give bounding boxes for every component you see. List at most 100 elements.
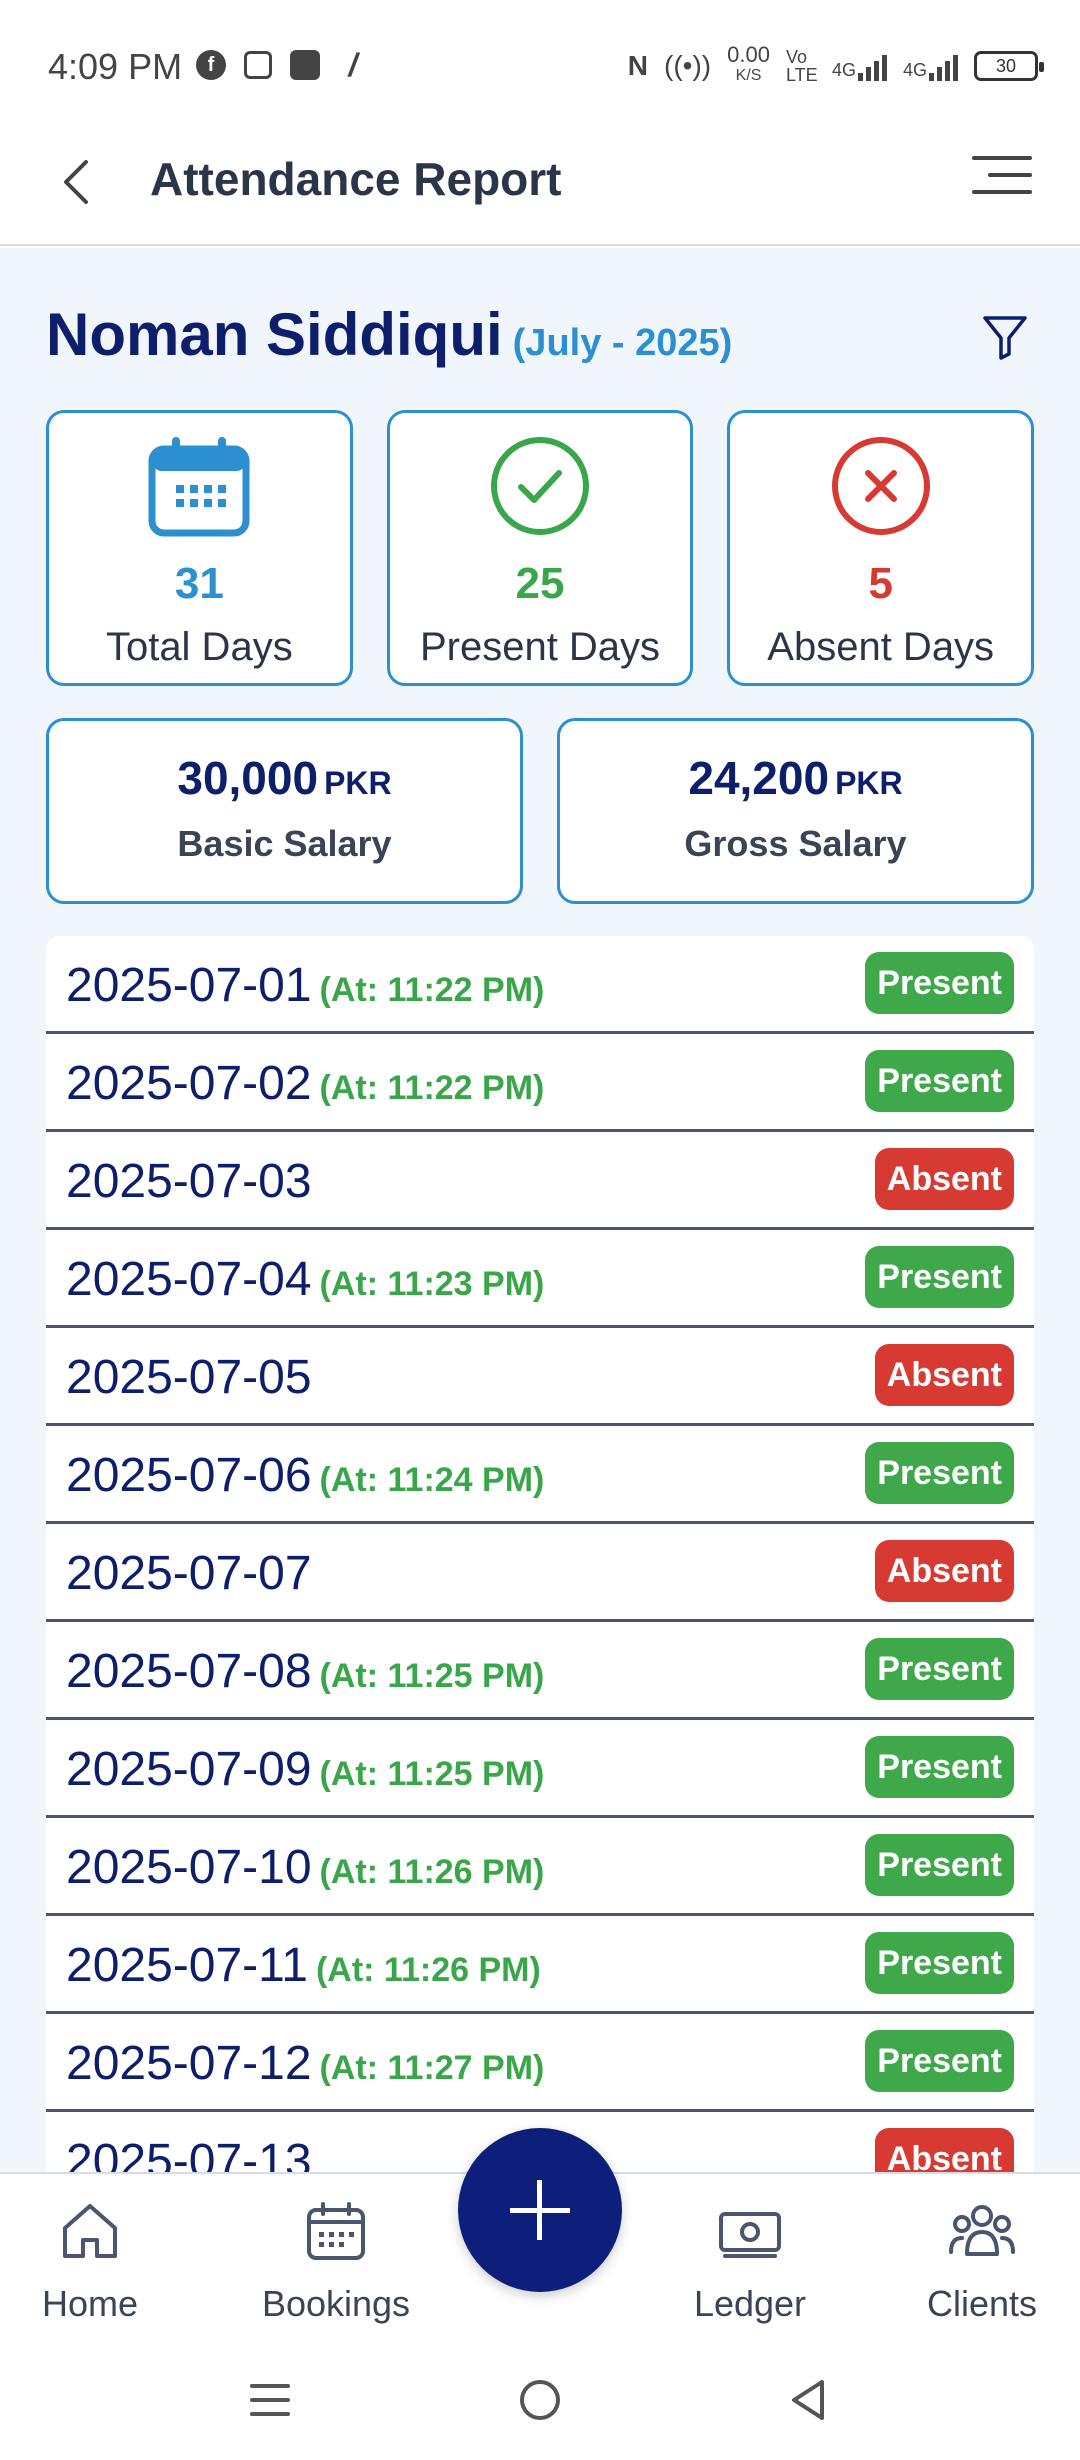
calendar-icon [148,437,250,537]
basic-salary-card: 30,000 PKR Basic Salary [46,718,523,904]
menu-button[interactable] [972,156,1032,206]
nav-clients[interactable]: Clients [892,2196,1072,2325]
instagram-icon [244,51,272,79]
salary-value: 30,000 [177,752,319,804]
record-time: (At: 11:26 PM) [319,1853,545,1891]
net-speed: 0.00 K/S [727,44,770,85]
check-circle-icon [491,437,589,535]
record-date: 2025-07-06 [66,1449,312,1502]
status-bar: 4:09 PM f / N ((•)) 0.00 K/S Vo LTE 4G 4… [0,0,1080,130]
record-time: (At: 11:24 PM) [319,1461,545,1499]
record-date: 2025-07-04 [66,1253,312,1306]
salary-label: Gross Salary [684,823,907,864]
nav-label: Bookings [261,2283,411,2324]
calendar-icon [307,2202,365,2260]
status-notification-icons: f / [196,47,368,83]
nav-home[interactable]: Home [0,2196,180,2325]
record-date: 2025-07-07 [66,1547,312,1600]
app2-icon: / [348,47,358,83]
volte-label: Vo LTE [785,46,818,85]
record-date-line: 2025-07-11 (At: 11:26 PM) [66,1938,541,1993]
status-badge: Present [865,1246,1014,1308]
record-date: 2025-07-02 [66,1057,312,1110]
menu-icon-line [972,190,1032,194]
nav-ledger[interactable]: Ledger [660,2196,840,2325]
nav-label: Home [41,2283,139,2324]
back-arrow-icon [64,160,88,204]
facebook-icon: f [196,50,226,80]
plus-icon-vertical [537,2180,542,2240]
recent-apps-icon[interactable] [240,2370,300,2430]
back-triangle-icon[interactable] [780,2370,840,2430]
filter-icon [983,316,1027,360]
record-date: 2025-07-03 [66,1155,312,1208]
attendance-row[interactable]: 2025-07-07 Absent [46,1524,1034,1622]
salary-amount: 30,000 PKR [49,751,520,805]
filter-button[interactable] [980,312,1030,362]
attendance-row[interactable]: 2025-07-05 Absent [46,1328,1034,1426]
status-badge: Present [865,1932,1014,1994]
status-badge: Absent [874,1344,1014,1406]
gross-salary-card: 24,200 PKR Gross Salary [557,718,1034,904]
attendance-content[interactable]: Noman Siddiqui (July - 2025) 31 Total Day… [0,248,1080,2172]
record-date-line: 2025-07-01 (At: 11:22 PM) [66,958,544,1013]
menu-icon-line [972,156,1032,160]
salary-label: Basic Salary [177,823,392,864]
attendance-row[interactable]: 2025-07-09 (At: 11:25 PM) Present [46,1720,1034,1818]
record-date-line: 2025-07-03 [66,1154,312,1209]
record-time: (At: 11:22 PM) [319,971,545,1009]
signal-icon [929,51,958,81]
add-button[interactable] [458,2128,622,2292]
signal1-label: 4G [831,59,856,80]
salary-value: 24,200 [688,752,830,804]
status-badge: Present [865,2030,1014,2092]
record-date-line: 2025-07-09 (At: 11:25 PM) [66,1742,544,1797]
record-date: 2025-07-11 [66,1939,308,1992]
nav-label: Ledger [693,2283,807,2324]
record-date-line: 2025-07-06 (At: 11:24 PM) [66,1448,544,1503]
record-date-line: 2025-07-07 [66,1546,312,1601]
app-icon [290,50,320,80]
attendance-row[interactable]: 2025-07-02 (At: 11:22 PM) Present [46,1034,1034,1132]
net-speed-value: 0.00 [727,42,770,67]
attendance-row[interactable]: 2025-07-01 (At: 11:22 PM) Present [46,936,1034,1034]
attendance-row[interactable]: 2025-07-11 (At: 11:26 PM) Present [46,1916,1034,2014]
record-date: 2025-07-13 [66,2135,312,2172]
attendance-row[interactable]: 2025-07-10 (At: 11:26 PM) Present [46,1818,1034,1916]
stat-label: Absent Days [767,625,995,669]
salary-currency: PKR [835,765,903,801]
attendance-row[interactable]: 2025-07-08 (At: 11:25 PM) Present [46,1622,1034,1720]
signal1: 4G [832,51,887,81]
stat-card-total: 31 Total Days [46,410,353,686]
attendance-row[interactable]: 2025-07-06 (At: 11:24 PM) Present [46,1426,1034,1524]
money-icon [719,2212,781,2258]
system-nav-bar [0,2344,1080,2460]
app-bar: Attendance Report [0,130,1080,246]
signal2-label: 4G [902,59,927,80]
status-badge: Present [865,952,1014,1014]
attendance-row[interactable]: 2025-07-03 Absent [46,1132,1034,1230]
record-date: 2025-07-09 [66,1743,312,1796]
attendance-list[interactable]: 2025-07-01 (At: 11:22 PM) Present 2025-07… [46,936,1034,2172]
record-date-line: 2025-07-02 (At: 11:22 PM) [66,1056,544,1111]
signal-icon [857,51,887,81]
x-circle-icon [831,437,930,535]
nav-label: Clients [926,2283,1038,2324]
attendance-row[interactable]: 2025-07-04 (At: 11:23 PM) Present [46,1230,1034,1328]
status-badge: Present [865,1834,1014,1896]
stat-label: Total Days [105,625,293,669]
menu-icon-line [988,173,1032,177]
salary-currency: PKR [324,765,392,801]
back-button[interactable] [50,152,110,212]
home-circle-icon[interactable] [510,2370,570,2430]
record-date-line: 2025-07-08 (At: 11:25 PM) [66,1644,544,1699]
status-system-icons: N ((•)) 0.00 K/S Vo LTE 4G 4G 30 [628,44,1044,85]
status-badge: Present [865,1050,1014,1112]
net-speed-unit: K/S [735,67,762,84]
nav-bookings[interactable]: Bookings [246,2196,426,2325]
report-period: (July - 2025) [512,322,733,364]
attendance-row[interactable]: 2025-07-12 (At: 11:27 PM) Present [46,2014,1034,2112]
record-date: 2025-07-12 [66,2037,312,2090]
record-date: 2025-07-01 [66,959,312,1012]
status-badge: Present [865,1442,1014,1504]
